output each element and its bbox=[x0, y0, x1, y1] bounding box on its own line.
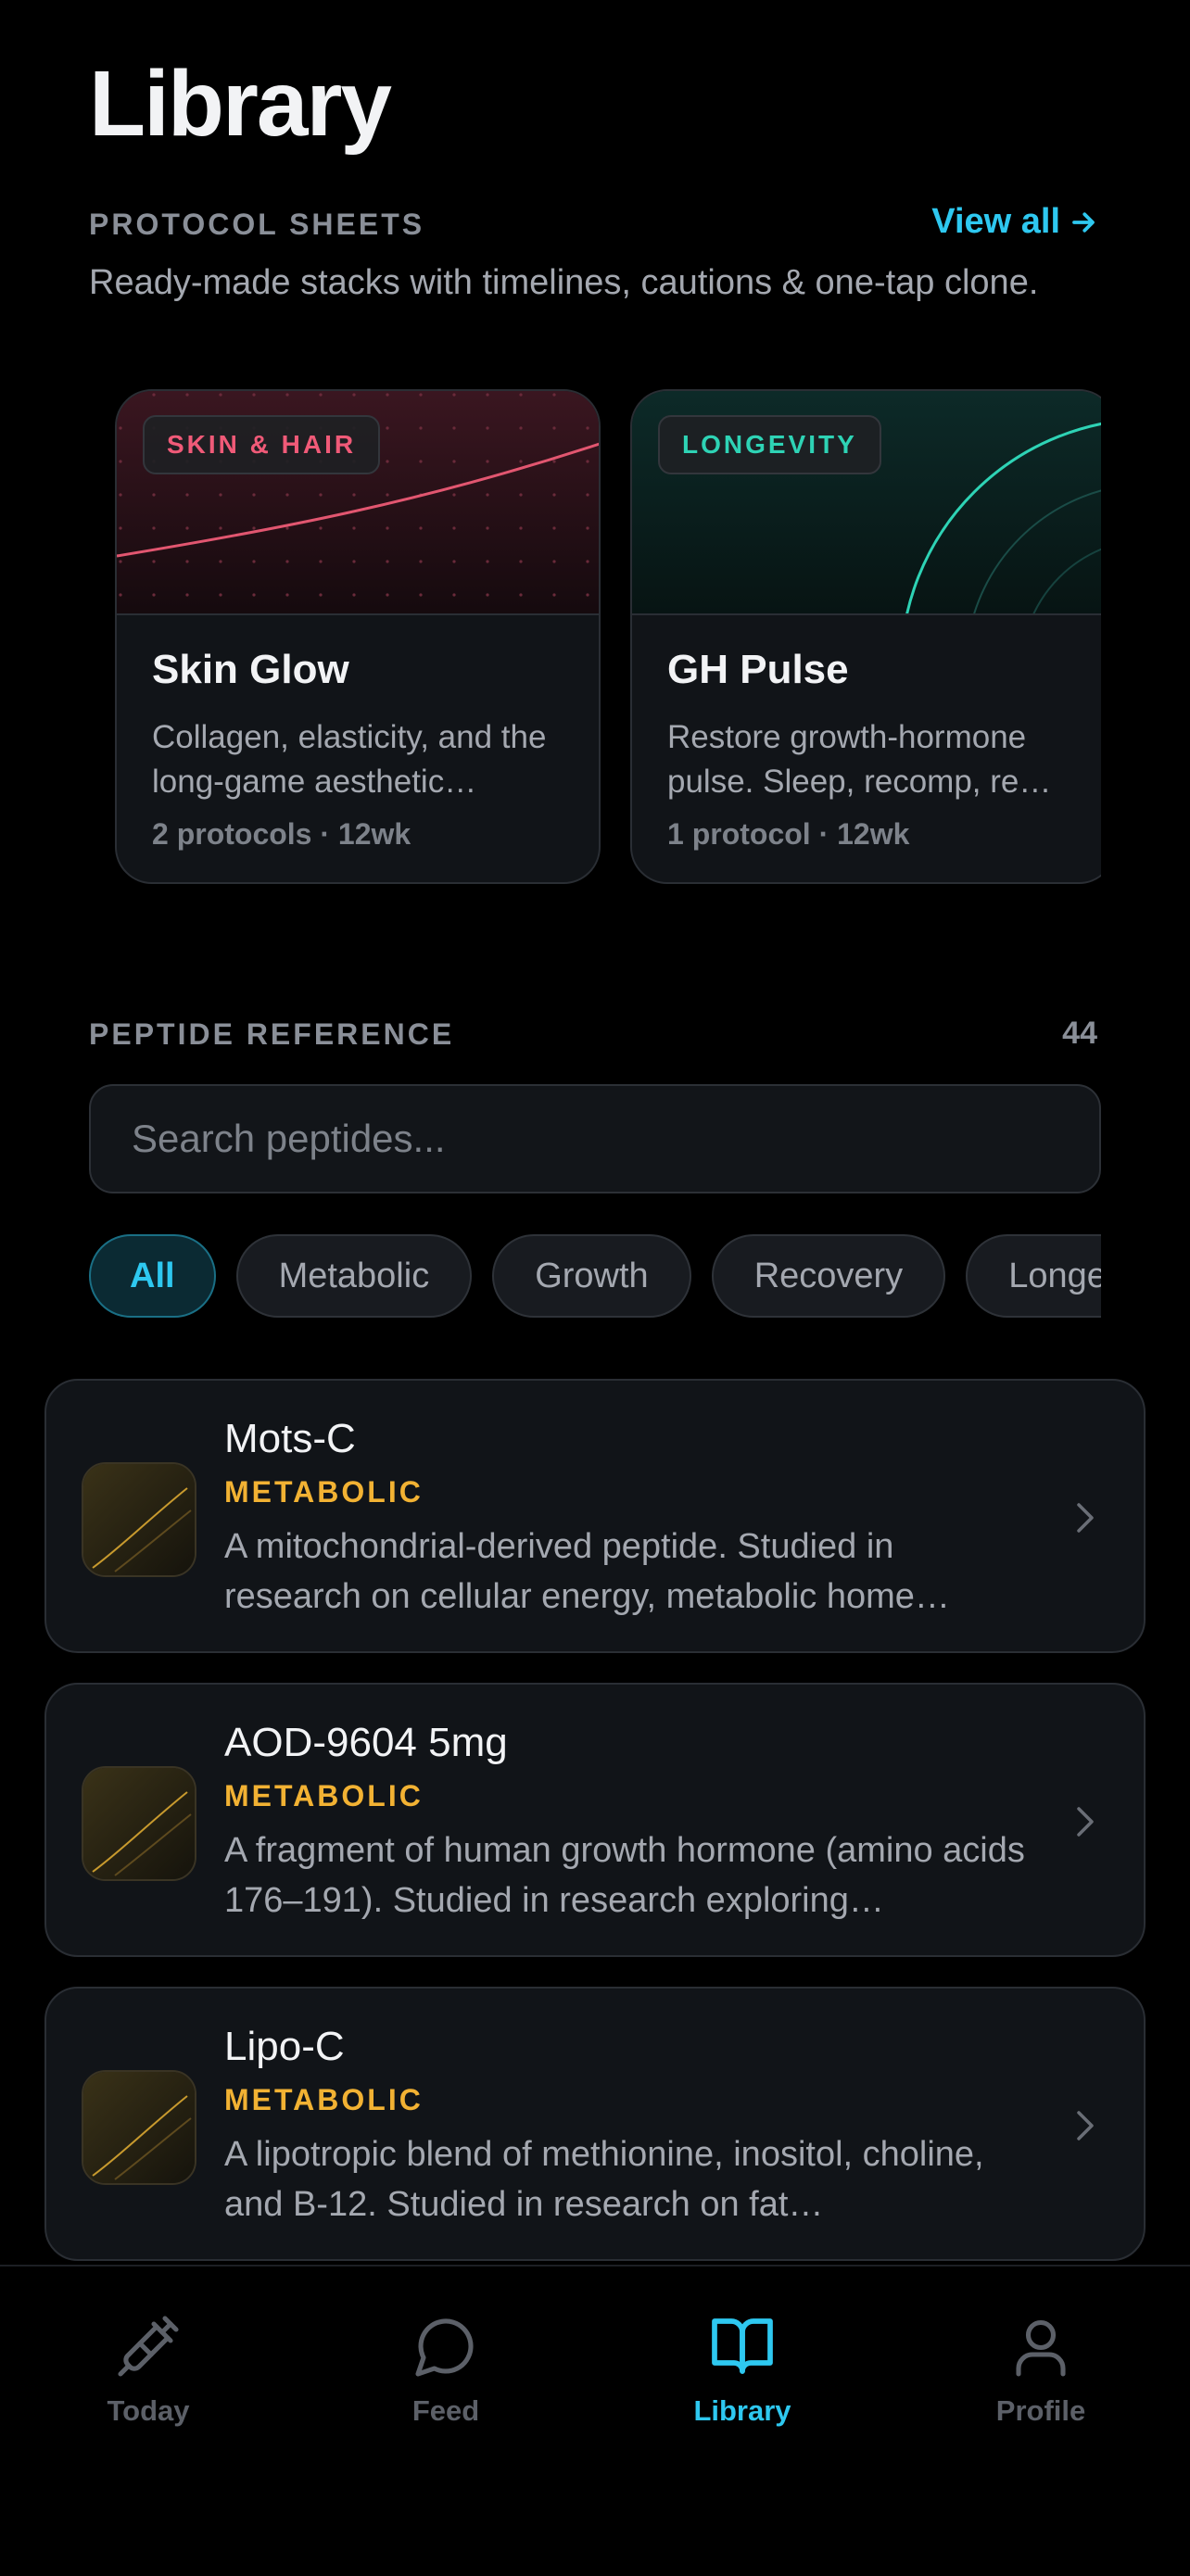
filter-chip-recovery[interactable]: Recovery bbox=[711, 1234, 946, 1318]
protocol-tag: LONGEVITY bbox=[658, 415, 881, 474]
protocol-sheets-label: PROTOCOL SHEETS bbox=[89, 208, 425, 241]
peptide-item-mots-c[interactable]: Mots-C METABOLIC A mitochondrial-derived… bbox=[44, 1379, 1146, 1653]
book-icon bbox=[712, 2318, 773, 2374]
protocol-tag: SKIN & HAIR bbox=[143, 415, 381, 474]
peptide-reference-label: PEPTIDE REFERENCE bbox=[89, 1017, 455, 1051]
protocol-carousel[interactable]: SKIN & HAIR Skin Glow Collagen, elastici… bbox=[115, 389, 1101, 890]
peptide-thumbnail bbox=[82, 1462, 196, 1577]
filter-chip-metabolic[interactable]: Metabolic bbox=[235, 1234, 473, 1318]
syringe-icon bbox=[118, 2316, 179, 2377]
peptide-thumbnail bbox=[82, 1766, 196, 1881]
peptide-name: Lipo-C bbox=[224, 2024, 345, 2069]
tab-label: Library bbox=[693, 2394, 791, 2427]
protocol-title: Skin Glow bbox=[152, 647, 349, 692]
search-input[interactable] bbox=[89, 1084, 1101, 1193]
filter-chip-longevity[interactable]: Longevity bbox=[966, 1234, 1101, 1318]
peptide-name: Mots-C bbox=[224, 1416, 356, 1461]
view-all-label: View all bbox=[931, 202, 1060, 241]
peptide-item-lipo-c[interactable]: Lipo-C METABOLIC A lipotropic blend of m… bbox=[44, 1987, 1146, 2261]
chevron-right-icon bbox=[1077, 2111, 1094, 2140]
protocol-sheets-description: Ready-made stacks with timelines, cautio… bbox=[89, 263, 1039, 302]
chevron-right-icon bbox=[1077, 1503, 1094, 1533]
filter-chips[interactable]: AllMetabolicGrowthRecoveryLongevity bbox=[89, 1234, 1101, 1321]
protocol-description: Restore growth-hormone pulse. Sleep, rec… bbox=[667, 719, 1052, 800]
tab-bar: Today Feed Library Profile bbox=[0, 2265, 1190, 2576]
protocol-title: GH Pulse bbox=[667, 647, 849, 692]
peptide-description: A lipotropic blend of methionine, inosit… bbox=[224, 2135, 984, 2224]
peptide-name: AOD-9604 5mg bbox=[224, 1720, 508, 1765]
protocol-card-skin-glow[interactable]: SKIN & HAIR Skin Glow Collagen, elastici… bbox=[115, 389, 601, 884]
peptide-description: A mitochondrial-derived peptide. Studied… bbox=[224, 1527, 950, 1616]
tab-feed[interactable]: Feed bbox=[335, 2313, 557, 2428]
page-title: Library bbox=[89, 52, 392, 156]
arrow-right-icon bbox=[1072, 211, 1095, 233]
peptide-category: METABOLIC bbox=[224, 1779, 424, 1812]
tab-library[interactable]: Library bbox=[631, 2313, 854, 2428]
peptide-category: METABOLIC bbox=[224, 2083, 424, 2116]
tab-label: Today bbox=[107, 2394, 190, 2427]
peptide-thumbnail bbox=[82, 2070, 196, 2185]
tab-label: Profile bbox=[995, 2394, 1086, 2427]
protocol-meta: 2 protocols · 12wk bbox=[152, 817, 411, 851]
filter-chip-growth[interactable]: Growth bbox=[492, 1234, 691, 1318]
peptide-category: METABOLIC bbox=[224, 1475, 424, 1509]
protocol-card-gh-pulse[interactable]: LONGEVITY GH Pulse Restore growth-hormon… bbox=[630, 389, 1101, 884]
protocol-description: Collagen, elasticity, and the long-game … bbox=[152, 719, 547, 800]
tab-profile[interactable]: Profile bbox=[930, 2313, 1152, 2428]
view-all-link[interactable]: View all bbox=[931, 202, 1097, 242]
person-icon bbox=[1016, 2319, 1066, 2377]
peptide-count: 44 bbox=[1062, 1016, 1097, 1051]
chevron-right-icon bbox=[1077, 1807, 1094, 1837]
filter-chip-all[interactable]: All bbox=[89, 1234, 216, 1318]
chat-bubble-icon bbox=[415, 2318, 474, 2377]
protocol-meta: 1 protocol · 12wk bbox=[667, 817, 910, 851]
tab-label: Feed bbox=[411, 2394, 480, 2427]
peptide-item-aod-9604[interactable]: AOD-9604 5mg METABOLIC A fragment of hum… bbox=[44, 1683, 1146, 1957]
peptide-description: A fragment of human growth hormone (amin… bbox=[224, 1831, 1025, 1920]
tab-today[interactable]: Today bbox=[37, 2313, 260, 2428]
